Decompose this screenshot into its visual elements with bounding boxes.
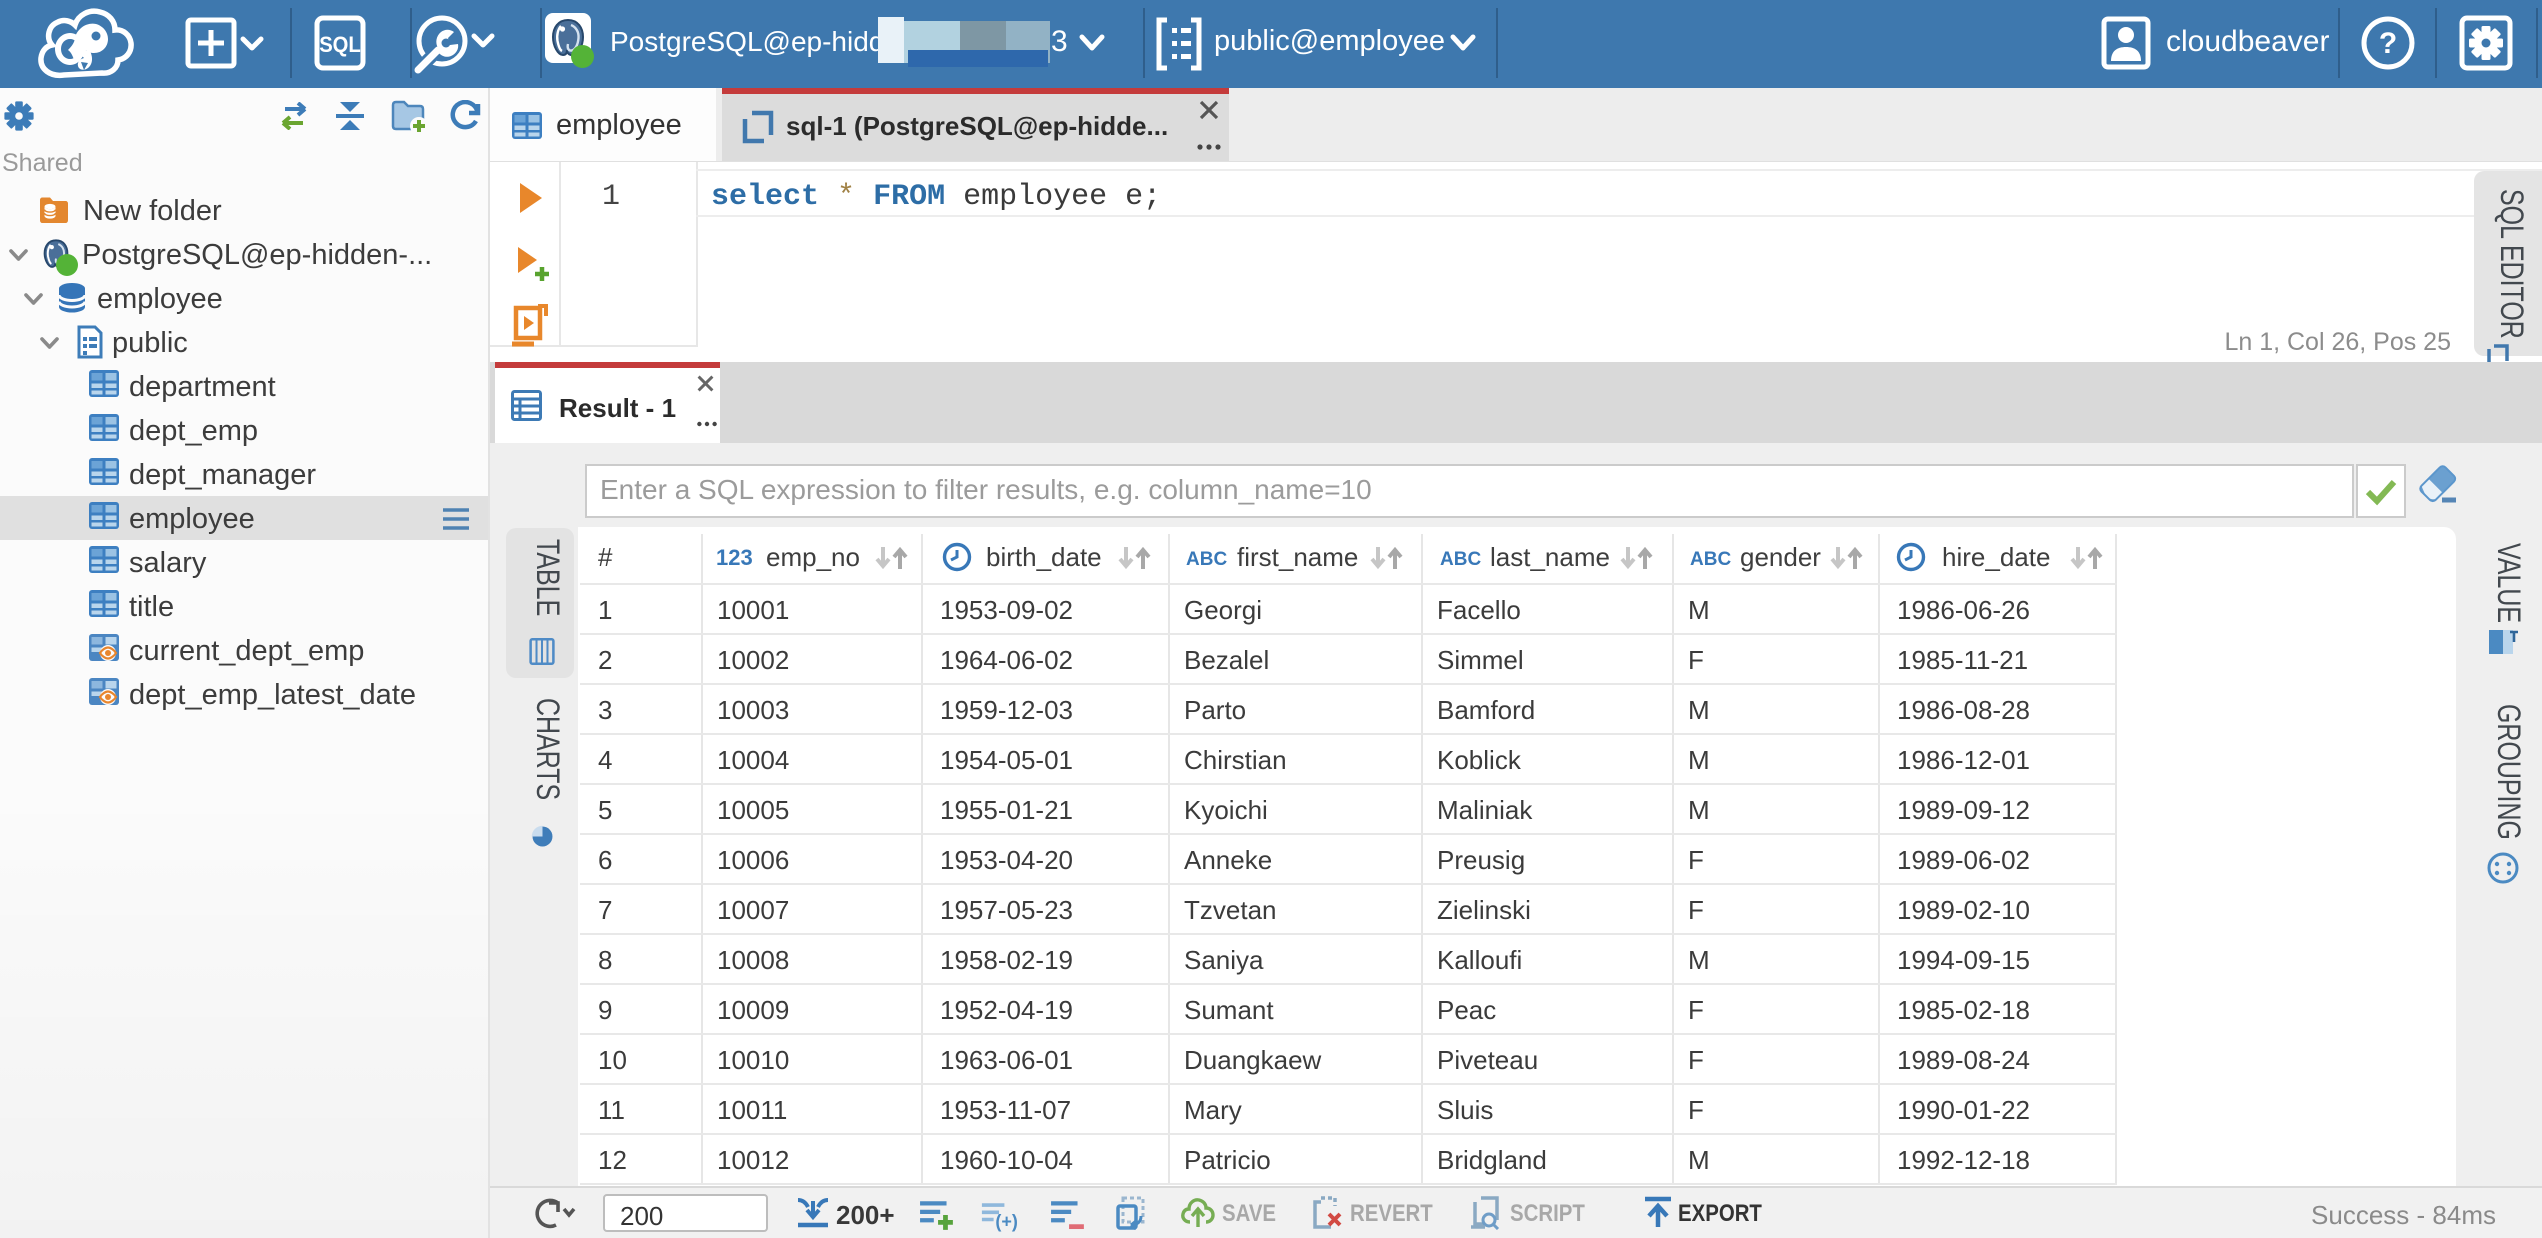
svg-text:(+): (+): [995, 1212, 1017, 1232]
svg-text:ABC: ABC: [1440, 549, 1481, 570]
svg-text:ABC: ABC: [1690, 549, 1731, 570]
svg-text:123: 123: [716, 546, 753, 570]
svg-text:?: ?: [2379, 27, 2397, 60]
svg-text:ABC: ABC: [1186, 549, 1227, 570]
svg-text:SQL: SQL: [319, 33, 361, 57]
